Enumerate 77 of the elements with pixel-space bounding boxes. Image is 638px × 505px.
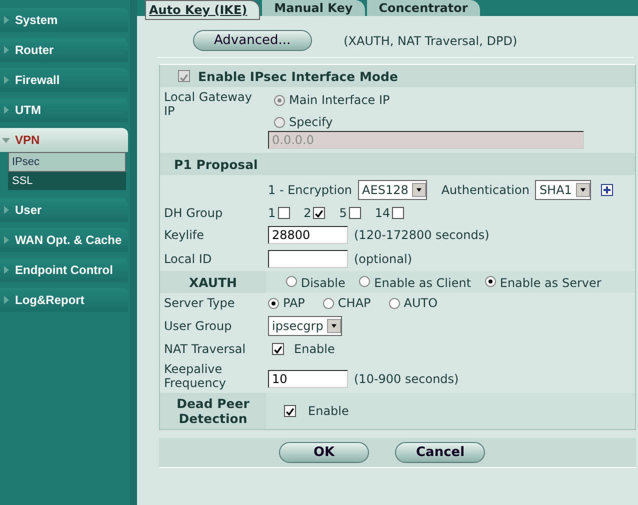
option-label: AUTO	[404, 296, 438, 310]
tab[interactable]: Concentrator	[366, 0, 480, 16]
option-label: Enable as Client	[374, 276, 472, 290]
dialog-button[interactable]: Cancel	[395, 442, 485, 463]
option-label: 5	[339, 206, 347, 220]
field-label: User Group	[163, 318, 233, 335]
sidebar-item[interactable]: UTM	[0, 98, 128, 122]
field-label: DH Group	[163, 205, 224, 222]
sidebar-item[interactable]: Endpoint Control	[0, 258, 128, 282]
checkbox[interactable]	[272, 343, 284, 355]
hint-text: (120-172800 seconds)	[354, 228, 490, 242]
radio-button[interactable]	[388, 298, 400, 308]
sidebar-item[interactable]: User	[0, 198, 128, 222]
field-label: Authentication	[441, 183, 530, 197]
option-label: 14	[374, 206, 390, 220]
note-text: (XAUTH, NAT Traversal, DPD)	[344, 34, 518, 48]
field-label: Local ID	[163, 251, 213, 268]
caret-right-icon	[2, 206, 10, 214]
caret-right-icon	[2, 106, 10, 114]
caret-right-icon	[2, 76, 10, 84]
option-label: Main Interface IP	[289, 93, 390, 107]
field-label: Local Gateway IP	[164, 90, 253, 118]
field-label: Keylife	[163, 227, 206, 244]
sidebar-item[interactable]: Firewall	[0, 68, 128, 92]
user-group-select[interactable]: ipsecgrp	[268, 316, 342, 336]
sidebar-item[interactable]: WAN Opt. & Cache	[0, 228, 128, 252]
caret-right-icon	[2, 46, 10, 54]
hint-text: (10-900 seconds)	[354, 372, 459, 386]
encryption-select[interactable]: AES128	[358, 180, 428, 200]
radio-button[interactable]	[268, 298, 279, 308]
sidebar-item[interactable]: System	[0, 8, 128, 32]
hint-text: (optional)	[354, 252, 412, 266]
radio-button[interactable]	[485, 276, 496, 287]
field-label: 1 - Encryption	[268, 183, 352, 197]
option-label: 1	[268, 206, 276, 220]
option-label: PAP	[283, 296, 305, 310]
dialog-button[interactable]: OK	[279, 442, 369, 463]
tab[interactable]: Auto Key (IKE)	[145, 0, 260, 20]
caret-right-icon	[2, 296, 10, 304]
field-label: Keepalive Frequency	[164, 362, 227, 390]
add-icon[interactable]	[600, 184, 613, 196]
sidebar-item[interactable]: Log&Report	[0, 288, 128, 312]
radio-button[interactable]	[359, 276, 370, 287]
keepalive-input-field[interactable]: 10	[268, 370, 348, 388]
caret-down-icon	[2, 136, 10, 144]
sidebar-subitem[interactable]: SSL	[8, 172, 126, 190]
checkbox[interactable]	[392, 207, 404, 219]
caret-right-icon	[2, 16, 10, 24]
local-id-input-field[interactable]	[268, 250, 348, 268]
option-label: Enable	[308, 404, 349, 418]
option-label: Enable as Server	[500, 276, 602, 290]
option-label: CHAP	[338, 296, 371, 310]
advanced-button[interactable]: Advanced...	[193, 30, 312, 51]
field-label: Server Type	[163, 295, 236, 312]
radio-button[interactable]	[322, 298, 334, 308]
field-label: NAT Traversal	[163, 341, 247, 358]
option-label: Specify	[289, 115, 333, 129]
checkbox[interactable]	[313, 207, 326, 219]
section-title: Enable IPsec Interface Mode	[198, 68, 398, 84]
sidebar-subitem[interactable]: IPsec	[8, 152, 126, 172]
field-label: Dead Peer Detection	[160, 393, 266, 429]
checkbox[interactable]	[348, 207, 361, 219]
option-label: Enable	[294, 342, 335, 356]
caret-right-icon	[2, 266, 10, 274]
option-label: Disable	[300, 276, 346, 290]
section-title: P1 Proposal	[174, 156, 258, 172]
radio-button[interactable]	[286, 276, 297, 287]
keylife-input-field[interactable]: 28800	[268, 226, 348, 244]
authentication-select[interactable]: SHA1	[535, 180, 591, 200]
sidebar-item[interactable]: Router	[0, 38, 128, 62]
checkbox[interactable]	[284, 405, 296, 417]
field-label: XAUTH	[160, 271, 266, 293]
tab[interactable]: Manual Key	[262, 0, 365, 16]
caret-right-icon	[2, 236, 10, 244]
sidebar-item[interactable]: VPN	[0, 128, 128, 152]
option-label: 2	[304, 206, 312, 220]
checkbox[interactable]	[278, 207, 290, 219]
